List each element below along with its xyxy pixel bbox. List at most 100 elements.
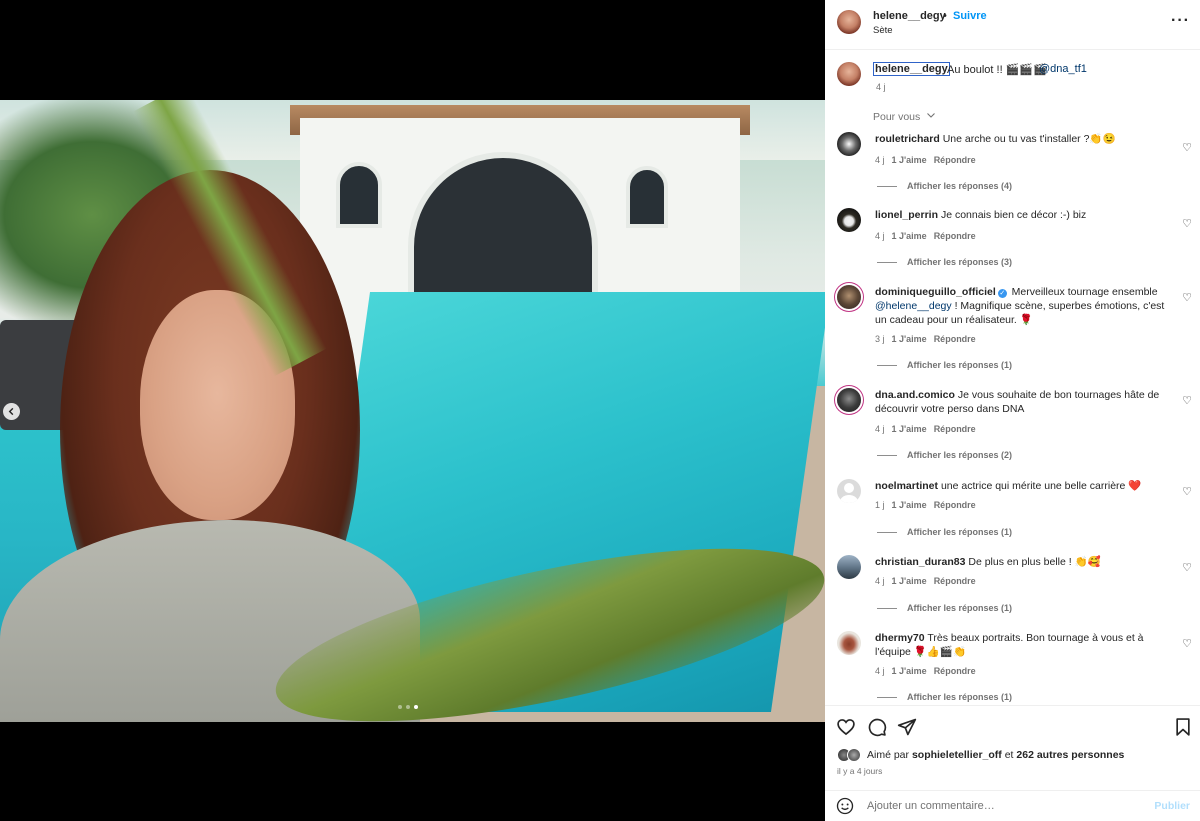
comment-meta: 1 j 1 J'aime Répondre bbox=[875, 500, 983, 510]
comment-username[interactable]: dna.and.comico bbox=[875, 389, 955, 401]
comment-meta: 4 j 1 J'aime Répondre bbox=[875, 231, 983, 241]
reply-button[interactable]: Répondre bbox=[934, 155, 976, 165]
comment-time: 4 j bbox=[875, 231, 885, 241]
comment-username[interactable]: dominiqueguillo_officiel bbox=[875, 286, 996, 298]
comment-meta: 3 j 1 J'aime Répondre bbox=[875, 334, 983, 344]
more-options-icon[interactable]: ··· bbox=[1171, 12, 1190, 30]
likes-text[interactable]: Aimé par sophieletellier_off et 262 autr… bbox=[867, 749, 1124, 761]
post-media bbox=[0, 0, 825, 821]
comment-text: Une arche ou tu vas t'installer ?👏😉 bbox=[942, 133, 1116, 145]
comment-sort-dropdown[interactable]: Pour vous bbox=[873, 111, 920, 123]
comment-time: 4 j bbox=[875, 576, 885, 586]
likes-count[interactable]: 262 autres personnes bbox=[1016, 749, 1124, 761]
comment-username[interactable]: dhermy70 bbox=[875, 632, 925, 644]
caption-timestamp: 4 j bbox=[876, 82, 886, 92]
likes-summary[interactable]: Aimé par sophieletellier_off et 262 autr… bbox=[837, 748, 1197, 762]
avatar[interactable] bbox=[837, 10, 861, 34]
comment-icon[interactable] bbox=[867, 717, 887, 737]
reply-button[interactable]: Répondre bbox=[934, 576, 976, 586]
smiley-icon[interactable] bbox=[836, 797, 854, 815]
comment-mention[interactable]: @helene__degy bbox=[875, 300, 952, 312]
caption-mention[interactable]: @dna_tf1 bbox=[1039, 63, 1087, 75]
comment-time: 3 j bbox=[875, 334, 885, 344]
reply-button[interactable]: Répondre bbox=[934, 334, 976, 344]
comment-time: 1 j bbox=[875, 500, 885, 510]
heart-icon[interactable]: ♡ bbox=[1182, 217, 1192, 230]
chevron-down-icon[interactable] bbox=[926, 110, 936, 122]
post-header: helene__degy • Suivre Sète ··· bbox=[825, 0, 1200, 50]
comment-likes[interactable]: 1 J'aime bbox=[892, 155, 927, 165]
carousel-prev-button[interactable] bbox=[3, 403, 20, 420]
comment-likes[interactable]: 1 J'aime bbox=[892, 500, 927, 510]
bookmark-icon[interactable] bbox=[1173, 717, 1193, 737]
view-replies-button[interactable]: Afficher les réponses (1) bbox=[877, 692, 1012, 702]
post-photo[interactable] bbox=[0, 100, 825, 722]
avatar[interactable] bbox=[837, 555, 861, 579]
comment-meta: 4 j 1 J'aime Répondre bbox=[875, 666, 983, 676]
comment-username[interactable]: noelmartinet bbox=[875, 480, 938, 492]
comment-body: dna.and.comico Je vous souhaite de bon t… bbox=[875, 388, 1175, 416]
heart-icon[interactable]: ♡ bbox=[1182, 394, 1192, 407]
avatar[interactable] bbox=[837, 208, 861, 232]
view-replies-button[interactable]: Afficher les réponses (1) bbox=[877, 527, 1012, 537]
heart-icon[interactable]: ♡ bbox=[1182, 561, 1192, 574]
follow-button[interactable]: Suivre bbox=[953, 10, 987, 22]
comment-text: Je connais bien ce décor :-) biz bbox=[940, 209, 1087, 221]
comment-time: 4 j bbox=[875, 155, 885, 165]
carousel-dots bbox=[398, 705, 418, 709]
header-separator: • bbox=[943, 10, 947, 22]
post-side-panel: helene__degy • Suivre Sète ··· helene__d… bbox=[825, 0, 1200, 821]
heart-icon[interactable] bbox=[836, 717, 856, 737]
chevron-left-icon bbox=[8, 407, 14, 416]
comment-username[interactable]: rouletrichard bbox=[875, 133, 940, 145]
liker-username[interactable]: sophieletellier_off bbox=[912, 749, 1002, 761]
heart-icon[interactable]: ♡ bbox=[1182, 291, 1192, 304]
add-comment-bar: Publier bbox=[825, 790, 1200, 821]
paper-plane-icon[interactable] bbox=[897, 717, 917, 737]
comment-text: De plus en plus belle ! 👏🥰 bbox=[968, 556, 1101, 568]
header-username[interactable]: helene__degy bbox=[873, 10, 946, 22]
carousel-dot-active[interactable] bbox=[414, 705, 418, 709]
view-replies-button[interactable]: Afficher les réponses (4) bbox=[877, 181, 1012, 191]
carousel-dot[interactable] bbox=[406, 705, 410, 709]
photo-window bbox=[626, 166, 668, 228]
comment-username[interactable]: lionel_perrin bbox=[875, 209, 938, 221]
comment-likes[interactable]: 1 J'aime bbox=[892, 576, 927, 586]
comment-likes[interactable]: 1 J'aime bbox=[892, 666, 927, 676]
reply-button[interactable]: Répondre bbox=[934, 500, 976, 510]
comment-time: 4 j bbox=[875, 424, 885, 434]
view-replies-button[interactable]: Afficher les réponses (1) bbox=[877, 360, 1012, 370]
comment-text: Merveilleux tournage ensemble bbox=[1011, 286, 1158, 298]
reply-button[interactable]: Répondre bbox=[934, 231, 976, 241]
comment-meta: 4 j 1 J'aime Répondre bbox=[875, 424, 983, 434]
heart-icon[interactable]: ♡ bbox=[1182, 485, 1192, 498]
comment-likes[interactable]: 1 J'aime bbox=[892, 231, 927, 241]
view-replies-button[interactable]: Afficher les réponses (3) bbox=[877, 257, 1012, 267]
comment-likes[interactable]: 1 J'aime bbox=[892, 424, 927, 434]
comment-meta: 4 j 1 J'aime Répondre bbox=[875, 155, 983, 165]
heart-icon[interactable]: ♡ bbox=[1182, 637, 1192, 650]
reply-button[interactable]: Répondre bbox=[934, 666, 976, 676]
avatar[interactable] bbox=[837, 62, 861, 86]
comment-likes[interactable]: 1 J'aime bbox=[892, 334, 927, 344]
caption-text: Au boulot !! 🎬🎬🎬 bbox=[947, 64, 1047, 76]
comment-meta: 4 j 1 J'aime Répondre bbox=[875, 576, 983, 586]
comment-time: 4 j bbox=[875, 666, 885, 676]
avatar[interactable] bbox=[837, 388, 861, 412]
avatar[interactable] bbox=[837, 132, 861, 156]
reply-button[interactable]: Répondre bbox=[934, 424, 976, 434]
comment-input[interactable] bbox=[867, 796, 1137, 816]
avatar[interactable] bbox=[837, 285, 861, 309]
heart-icon[interactable]: ♡ bbox=[1182, 141, 1192, 154]
comment-body: noelmartinet une actrice qui mérite une … bbox=[875, 479, 1175, 493]
view-replies-button[interactable]: Afficher les réponses (1) bbox=[877, 603, 1012, 613]
avatar[interactable] bbox=[837, 479, 861, 503]
view-replies-button[interactable]: Afficher les réponses (2) bbox=[877, 450, 1012, 460]
comment-username[interactable]: christian_duran83 bbox=[875, 556, 965, 568]
post-location[interactable]: Sète bbox=[873, 25, 893, 36]
caption-username[interactable]: helene__degy bbox=[873, 62, 950, 76]
carousel-dot[interactable] bbox=[398, 705, 402, 709]
avatar[interactable] bbox=[837, 631, 861, 655]
publish-button[interactable]: Publier bbox=[1154, 800, 1190, 812]
comment-body: rouletrichard Une arche ou tu vas t'inst… bbox=[875, 132, 1175, 146]
